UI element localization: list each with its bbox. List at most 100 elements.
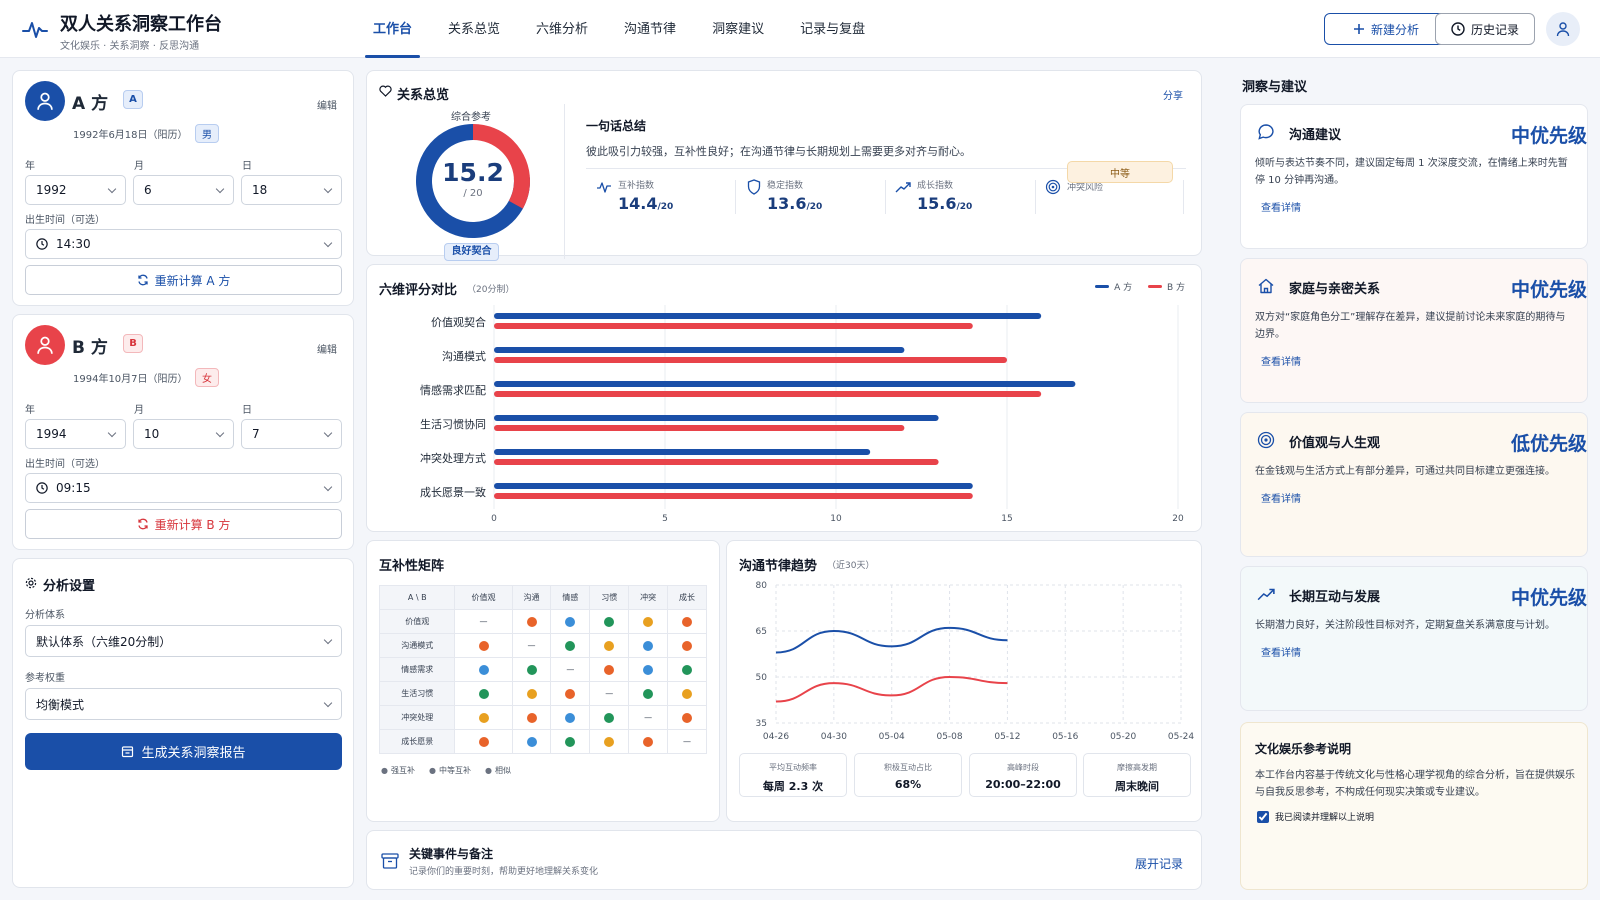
disclaimer-check-row[interactable]: 我已阅读并理解以上说明 — [1257, 810, 1374, 823]
matrix-dot — [526, 712, 537, 723]
insight-title: 家庭与亲密关系 — [1289, 282, 1381, 297]
matrix-cell — [511, 705, 552, 730]
person-a-month-select[interactable]: 6 — [133, 175, 234, 205]
bar-b — [494, 323, 973, 329]
person-a-year-select[interactable]: 1992 — [25, 175, 126, 205]
chat-bubble-icon — [1258, 124, 1274, 140]
matrix-dot — [682, 712, 693, 723]
category-label: 情感需求匹配 — [420, 384, 486, 397]
generate-report-label: 生成关系洞察报告 — [141, 746, 246, 761]
category-label: 冲突处理方式 — [420, 451, 486, 465]
y-tick-label: 50 — [756, 673, 768, 683]
tab-workbench[interactable]: 工作台 — [355, 0, 430, 58]
view-details-link[interactable]: 查看详情 — [1261, 353, 1301, 368]
shield-icon — [747, 179, 761, 195]
matrix-dot — [682, 640, 693, 651]
person-a-time-select[interactable]: 14:30 — [25, 229, 342, 259]
matrix-dot — [682, 664, 693, 675]
tab-insights[interactable]: 洞察建议 — [694, 0, 782, 58]
weight-select[interactable]: 均衡模式 — [25, 688, 342, 720]
x-tick-label: 05-04 — [879, 732, 905, 742]
x-tick-label: 5 — [662, 514, 668, 524]
matrix-dot — [526, 664, 537, 675]
trend-card: 沟通节律趋势 （近30天） 80 65 50 35 04-26 04-30 05-04 05-… — [726, 540, 1202, 822]
disclaimer-text: 本工作台内容基于传统文化与性格心理学视角的综合分析，旨在提供娱乐与自我反思参考，… — [1255, 770, 1575, 798]
tab-rhythm[interactable]: 沟通节律 — [606, 0, 694, 58]
new-analysis-label: 新建分析 — [1370, 22, 1419, 37]
clock-icon — [36, 482, 48, 494]
tab-records[interactable]: 记录与复盘 — [782, 0, 883, 58]
person-a-card: A 方 A 编辑 1992年6月18日（阳历） 男 年 月 日 1992 6 1… — [12, 70, 354, 306]
y-tick-label: 80 — [756, 581, 768, 591]
risk-badge: 中等 — [1067, 161, 1173, 183]
y-tick-label: 35 — [756, 719, 767, 729]
trend-stat-positive: 积极互动占比 68% — [854, 753, 962, 797]
chevron-down-icon — [323, 428, 333, 437]
person-b-year-select[interactable]: 1994 — [25, 419, 126, 449]
disclaimer-title: 文化娱乐参考说明 — [1255, 742, 1352, 756]
stat-value: 14.4/20 — [618, 194, 674, 213]
person-b-day-select[interactable]: 7 — [241, 419, 342, 449]
matrix-col-header: 沟通 — [511, 585, 552, 610]
person-b-avatar — [25, 325, 65, 365]
view-details-link[interactable]: 查看详情 — [1261, 644, 1301, 659]
tab-overview[interactable]: 关系总览 — [430, 0, 518, 58]
matrix-row-header: 冲突处理 — [378, 705, 456, 730]
recalc-b-button[interactable]: 重新计算 B 方 — [25, 509, 342, 539]
bar-a — [494, 415, 939, 421]
birth-time-label: 出生时间（可选） — [25, 215, 105, 226]
matrix-cell: — — [511, 633, 552, 658]
stat-label: 互补指数 — [618, 181, 655, 191]
bar-b — [494, 425, 905, 431]
pulse-logo-icon — [22, 22, 48, 38]
heart-icon — [379, 85, 392, 97]
insight-card-family: 家庭与亲密关系 中优先级 双方对“家庭角色分工”理解存在差异，建议提前讨论未来家… — [1240, 258, 1588, 403]
trend-stat-friction: 摩擦高发期 周末晚间 — [1083, 753, 1191, 797]
new-analysis-button[interactable]: 新建分析 — [1324, 13, 1448, 45]
matrix-row: 情感需求 — — [378, 657, 707, 682]
matrix-cell: — — [667, 729, 707, 754]
share-link[interactable]: 分享 — [1163, 87, 1183, 102]
disclaimer-check-label: 我已阅读并理解以上说明 — [1275, 813, 1375, 823]
user-icon — [1556, 22, 1570, 37]
person-a-day-select[interactable]: 18 — [241, 175, 342, 205]
matrix-cell — [589, 609, 630, 634]
expand-records-link[interactable]: 展开记录 — [1135, 855, 1183, 872]
person-a-birth: 1992年6月18日（阳历） — [73, 130, 188, 141]
view-details-link[interactable]: 查看详情 — [1261, 490, 1301, 505]
priority-badge: 中优先级 — [1510, 279, 1587, 301]
matrix-cell — [628, 633, 669, 658]
person-a-edit-link[interactable]: 编辑 — [317, 97, 337, 112]
insight-title: 长期互动与发展 — [1289, 590, 1381, 605]
person-b-time-select[interactable]: 09:15 — [25, 473, 342, 503]
recalc-a-button[interactable]: 重新计算 A 方 — [25, 265, 342, 295]
app-title: 双人关系洞察工作台 — [60, 14, 222, 35]
person-a-name: A 方 — [72, 94, 109, 114]
matrix-dot — [526, 688, 537, 699]
bar-b — [494, 493, 973, 499]
matrix-dot — [565, 640, 576, 651]
matrix-dot — [682, 616, 693, 627]
target-icon — [1045, 179, 1061, 195]
bar-b — [494, 459, 939, 465]
person-b-edit-link[interactable]: 编辑 — [317, 341, 337, 356]
user-avatar[interactable] — [1546, 12, 1580, 46]
plus-icon — [1353, 24, 1364, 34]
history-button[interactable]: 历史记录 — [1435, 13, 1535, 45]
matrix-cell — [589, 657, 630, 682]
tab-six-dim[interactable]: 六维分析 — [518, 0, 606, 58]
chevron-down-icon — [107, 428, 117, 437]
matrix-dot — [565, 736, 576, 747]
priority-badge: 中优先级 — [1510, 587, 1587, 609]
gear-icon — [25, 577, 37, 589]
person-b-month-select[interactable]: 10 — [133, 419, 234, 449]
disclaimer-checkbox[interactable] — [1257, 810, 1269, 823]
generate-report-button[interactable]: 生成关系洞察报告 — [25, 733, 342, 770]
matrix-cell — [454, 657, 513, 682]
x-tick-label: 04-30 — [821, 732, 847, 742]
summary-title: 一句话总结 — [586, 119, 647, 133]
analysis-system-select[interactable]: 默认体系（六维20分制） — [25, 625, 342, 657]
person-b-month-value: 10 — [144, 427, 160, 441]
birth-time-label: 出生时间（可选） — [25, 459, 105, 470]
view-details-link[interactable]: 查看详情 — [1261, 199, 1301, 214]
